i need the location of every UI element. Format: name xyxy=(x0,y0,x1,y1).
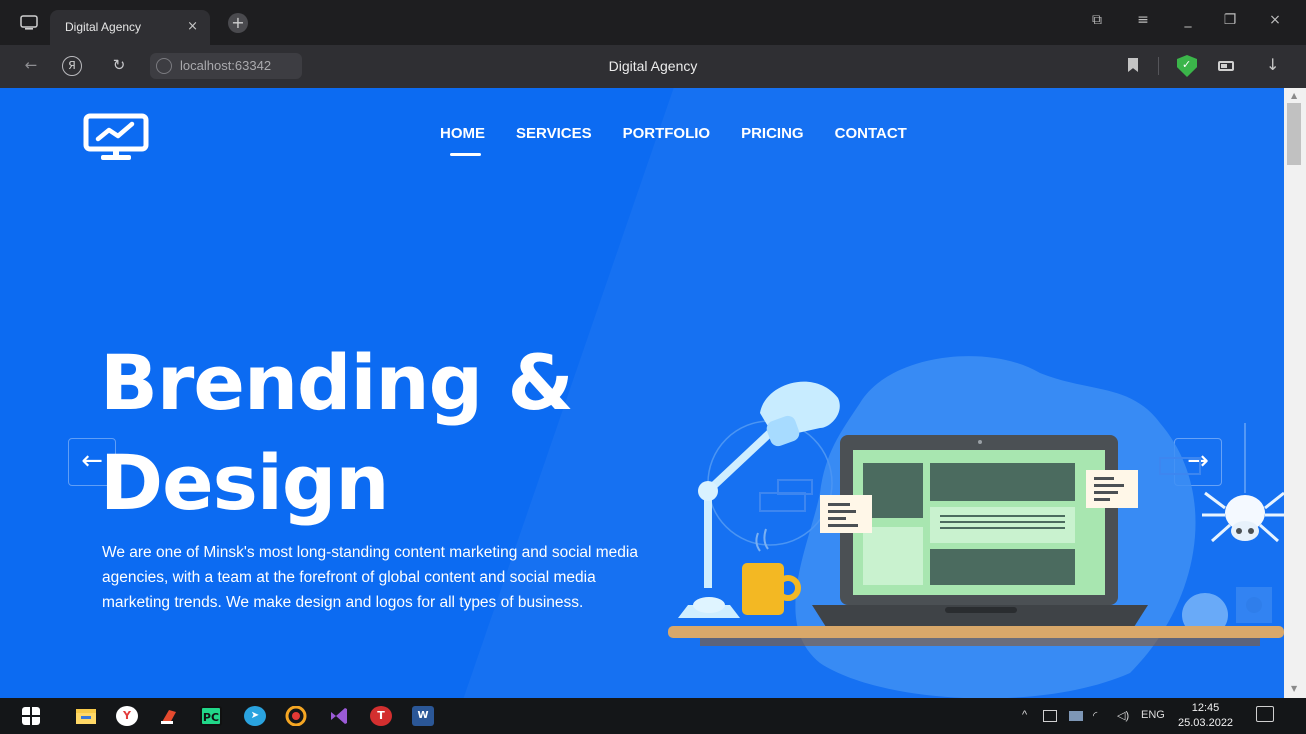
desk xyxy=(668,626,1284,638)
page-scrollbar[interactable] xyxy=(1284,88,1306,698)
illustration-dial xyxy=(707,420,833,546)
browser-toolbar: ← Я ↻ localhost:63342 Digital Agency ✓ ↓ xyxy=(0,45,1306,88)
nav-home[interactable]: HOME xyxy=(440,125,485,156)
network-adapter-icon[interactable] xyxy=(1069,711,1083,721)
scroll-thumb[interactable] xyxy=(1287,103,1301,165)
shield-check: ✓ xyxy=(1182,58,1192,71)
nav-contact[interactable]: CONTACT xyxy=(835,125,907,142)
wall-note-1 xyxy=(759,492,806,512)
toolbar-divider xyxy=(1158,57,1159,75)
floating-note-right xyxy=(1086,470,1138,508)
wifi-icon[interactable]: ◜ xyxy=(1093,709,1097,722)
floating-note-left xyxy=(820,495,872,533)
nav-services[interactable]: SERVICES xyxy=(516,125,592,142)
battery-saver-icon[interactable] xyxy=(1218,61,1234,71)
hero-title-line-2: Design xyxy=(100,438,389,527)
windows-taskbar: Y PC ➤ T W ^ ◜ ◁) ENG 12:45 25.03.2022 xyxy=(0,698,1306,734)
yandex-browser-icon[interactable]: Y xyxy=(116,706,138,726)
hero-title-line-1: Brending & xyxy=(100,338,574,427)
ccleaner-icon[interactable] xyxy=(158,706,180,726)
system-clock[interactable]: 12:45 25.03.2022 xyxy=(1178,701,1233,731)
desk-shadow xyxy=(700,638,1260,646)
new-tab-button[interactable]: + xyxy=(228,13,248,33)
minimize-button[interactable]: _ xyxy=(1176,12,1200,32)
screen-capture-icon[interactable] xyxy=(1043,710,1057,722)
language-indicator[interactable]: ENG xyxy=(1141,709,1165,721)
settings-square-dot xyxy=(1246,597,1262,613)
spider xyxy=(1202,491,1284,543)
tab-title: Digital Agency xyxy=(65,20,142,34)
telegram-icon[interactable]: ➤ xyxy=(244,706,266,726)
tablet-mode-icon[interactable]: ⧉ xyxy=(1085,12,1109,32)
clock-date: 25.03.2022 xyxy=(1178,717,1234,729)
pycharm-icon[interactable]: PC xyxy=(200,706,222,726)
website-page: HOME SERVICES PORTFOLIO PRICING CONTACT … xyxy=(0,88,1284,698)
slider-prev-button[interactable]: ← xyxy=(68,438,116,486)
browser-tabbar: Digital Agency × + ⧉ ≡ _ ❐ × xyxy=(0,0,1306,45)
toolbar-page-title: Digital Agency xyxy=(608,58,698,74)
download-icon[interactable]: ↓ xyxy=(1266,55,1279,74)
file-explorer-icon[interactable] xyxy=(75,706,97,726)
scroll-down-arrow-icon[interactable]: ▼ xyxy=(1291,684,1297,693)
windows-start-icon[interactable] xyxy=(22,707,40,725)
scroll-up-arrow-icon[interactable]: ▲ xyxy=(1291,91,1297,100)
nav-portfolio[interactable]: PORTFOLIO xyxy=(623,125,711,142)
clock-time: 12:45 xyxy=(1191,702,1220,714)
tray-chevron-icon[interactable]: ^ xyxy=(1022,709,1027,721)
close-window-button[interactable]: × xyxy=(1263,12,1287,32)
volume-icon[interactable]: ◁) xyxy=(1117,709,1129,722)
clock-app-icon[interactable] xyxy=(285,706,307,726)
restore-button[interactable]: ❐ xyxy=(1218,12,1242,32)
hero-description: We are one of Minsk's most long-standing… xyxy=(102,544,638,611)
notifications-icon[interactable] xyxy=(1256,706,1274,722)
wall-note-2 xyxy=(777,479,813,495)
word-icon[interactable]: W xyxy=(412,706,434,726)
main-nav: HOME SERVICES PORTFOLIO PRICING CONTACT xyxy=(440,125,907,156)
hero-title: Brending & Design xyxy=(100,333,574,533)
tab-close-icon[interactable]: × xyxy=(187,19,198,34)
monitor-chart-logo-icon[interactable] xyxy=(82,113,152,163)
app-t-icon[interactable]: T xyxy=(370,706,392,726)
browser-menu-icon[interactable]: ≡ xyxy=(1131,12,1155,32)
visual-studio-icon[interactable] xyxy=(328,706,350,726)
nav-pricing[interactable]: PRICING xyxy=(741,125,804,142)
browser-tab[interactable]: Digital Agency × xyxy=(50,10,210,45)
workspace-illustration xyxy=(668,356,1284,698)
tab-manager-icon[interactable] xyxy=(20,13,38,31)
